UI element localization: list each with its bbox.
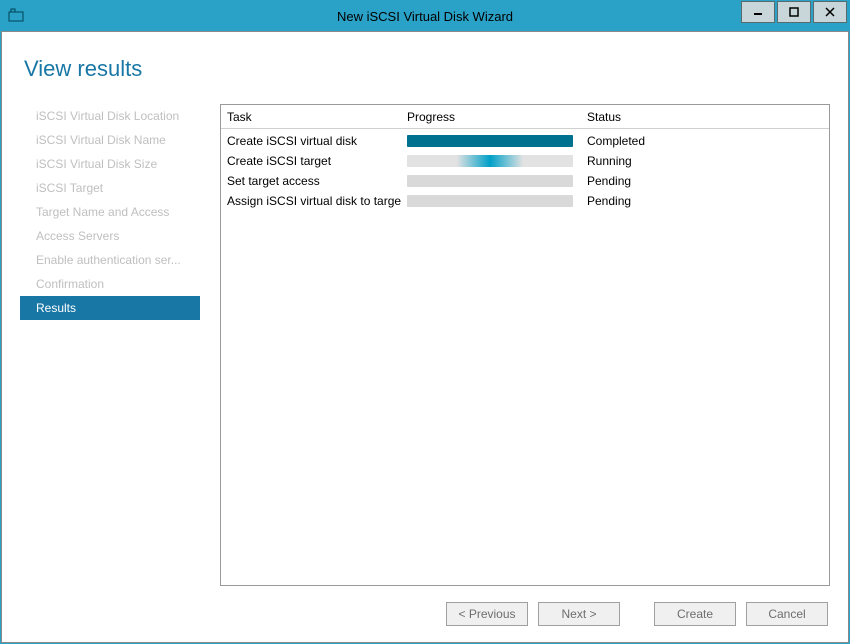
previous-button[interactable]: < Previous [446, 602, 528, 626]
table-row: Assign iSCSI virtual disk to target Pend… [221, 191, 829, 211]
step-authentication: Enable authentication ser... [20, 248, 200, 272]
results-rows: Create iSCSI virtual disk Completed Crea… [221, 129, 829, 211]
wizard-body: View results iSCSI Virtual Disk Location… [1, 31, 849, 643]
page-heading: View results [24, 56, 826, 82]
wizard-window: New iSCSI Virtual Disk Wizard View resul… [0, 0, 850, 644]
results-header-row: Task Progress Status [221, 105, 829, 129]
create-button[interactable]: Create [654, 602, 736, 626]
table-row: Create iSCSI target Running [221, 151, 829, 171]
progress-bar [407, 135, 573, 147]
progress-bar [407, 195, 573, 207]
progress-bar [407, 175, 573, 187]
status-cell: Pending [581, 174, 829, 188]
content-area: View results iSCSI Virtual Disk Location… [2, 32, 848, 586]
task-cell: Set target access [221, 174, 401, 188]
table-row: Set target access Pending [221, 171, 829, 191]
step-location: iSCSI Virtual Disk Location [20, 104, 200, 128]
col-header-status[interactable]: Status [581, 110, 829, 124]
step-name: iSCSI Virtual Disk Name [20, 128, 200, 152]
results-panel: Task Progress Status Create iSCSI virtua… [220, 104, 830, 586]
step-confirmation: Confirmation [20, 272, 200, 296]
cancel-button[interactable]: Cancel [746, 602, 828, 626]
progress-cell [401, 155, 581, 167]
title-bar: New iSCSI Virtual Disk Wizard [1, 1, 849, 31]
progress-cell [401, 135, 581, 147]
task-cell: Create iSCSI virtual disk [221, 134, 401, 148]
task-cell: Create iSCSI target [221, 154, 401, 168]
wizard-steps-sidebar: iSCSI Virtual Disk Location iSCSI Virtua… [20, 104, 200, 586]
step-access-servers: Access Servers [20, 224, 200, 248]
progress-cell [401, 195, 581, 207]
progress-bar-indeterminate [407, 155, 573, 167]
status-cell: Completed [581, 134, 829, 148]
close-button[interactable] [813, 1, 847, 23]
status-cell: Pending [581, 194, 829, 208]
maximize-button[interactable] [777, 1, 811, 23]
status-cell: Running [581, 154, 829, 168]
body-columns: iSCSI Virtual Disk Location iSCSI Virtua… [20, 104, 830, 586]
progress-cell [401, 175, 581, 187]
table-row: Create iSCSI virtual disk Completed [221, 131, 829, 151]
wizard-footer: < Previous Next > Create Cancel [2, 586, 848, 642]
minimize-button[interactable] [741, 1, 775, 23]
window-controls [741, 1, 849, 31]
window-title: New iSCSI Virtual Disk Wizard [1, 9, 849, 24]
col-header-progress[interactable]: Progress [401, 110, 581, 124]
step-target: iSCSI Target [20, 176, 200, 200]
col-header-task[interactable]: Task [221, 110, 401, 124]
step-target-name: Target Name and Access [20, 200, 200, 224]
task-cell: Assign iSCSI virtual disk to target [221, 194, 401, 208]
app-icon [1, 8, 31, 24]
step-size: iSCSI Virtual Disk Size [20, 152, 200, 176]
step-results: Results [20, 296, 200, 320]
next-button[interactable]: Next > [538, 602, 620, 626]
